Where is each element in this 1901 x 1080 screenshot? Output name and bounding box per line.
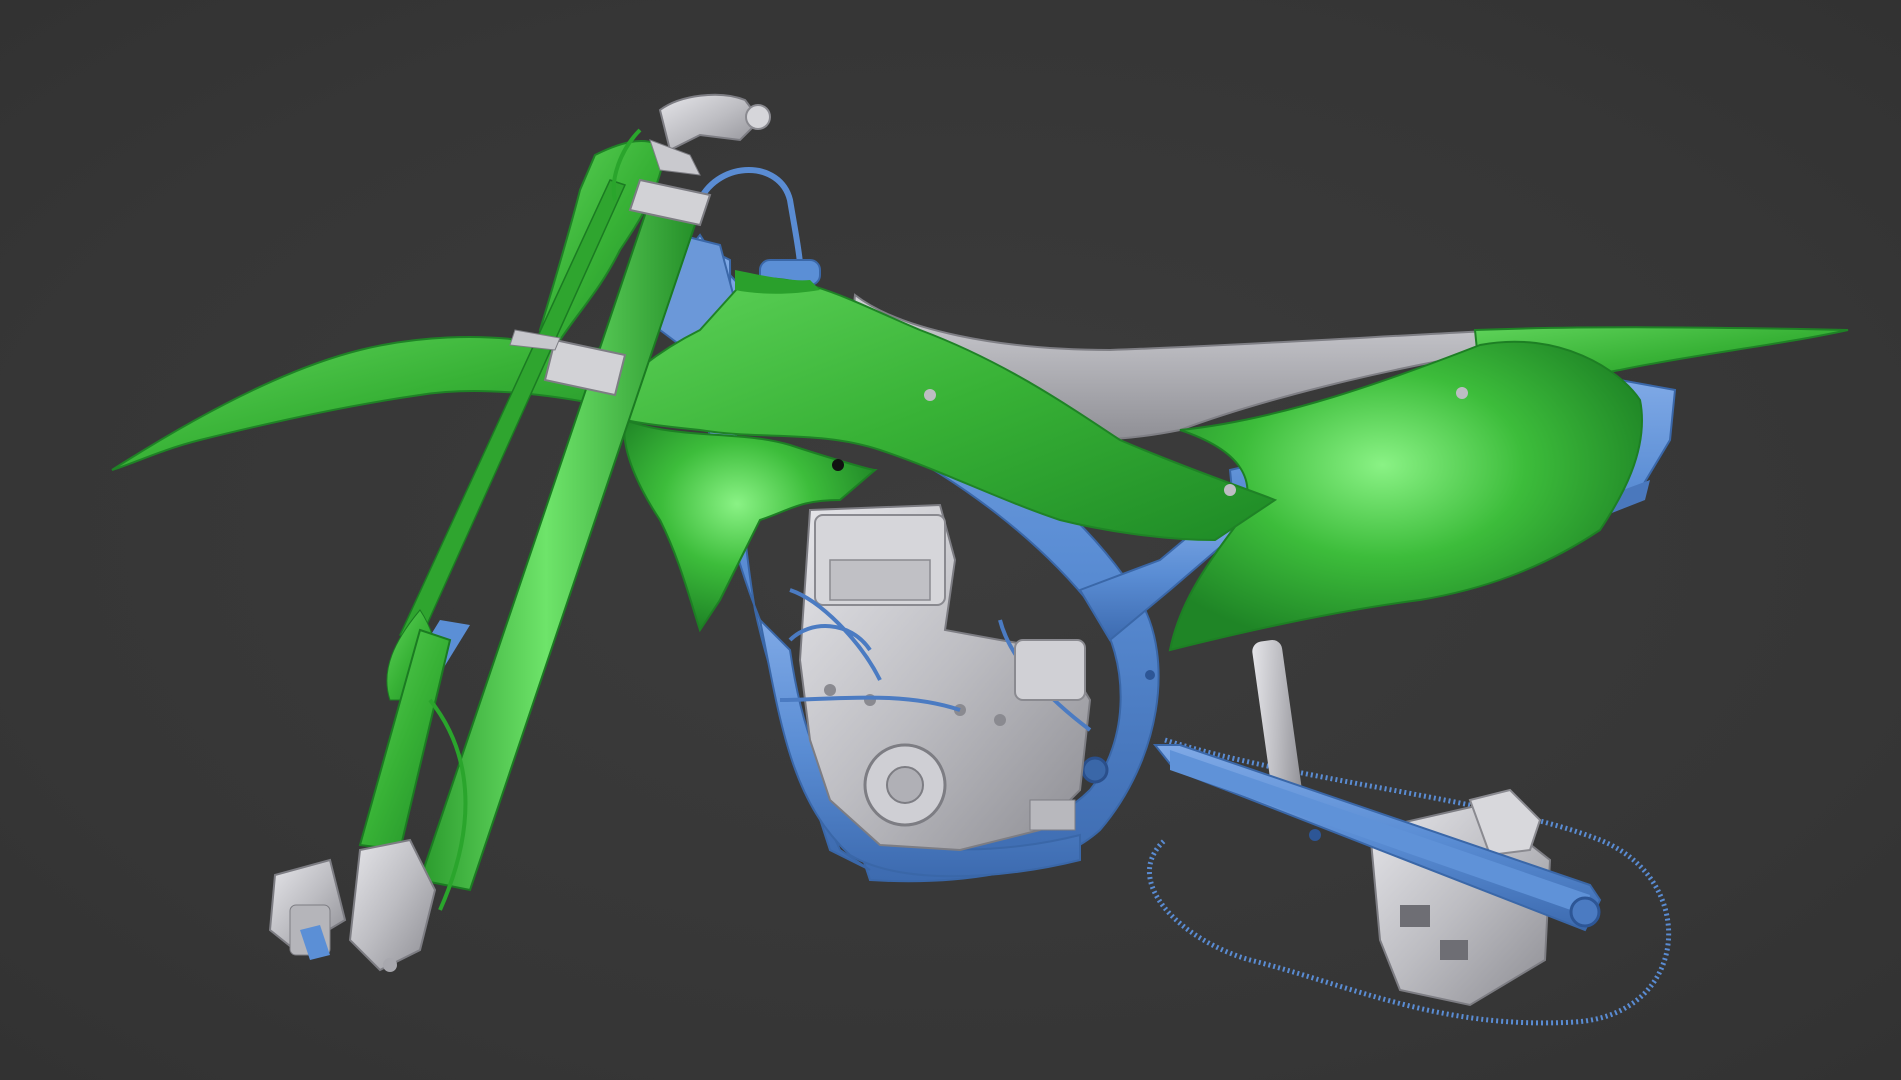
3d-viewport[interactable] (0, 0, 1901, 1080)
front-fork (268, 178, 712, 972)
motorcycle-model-icon[interactable] (0, 0, 1901, 1080)
